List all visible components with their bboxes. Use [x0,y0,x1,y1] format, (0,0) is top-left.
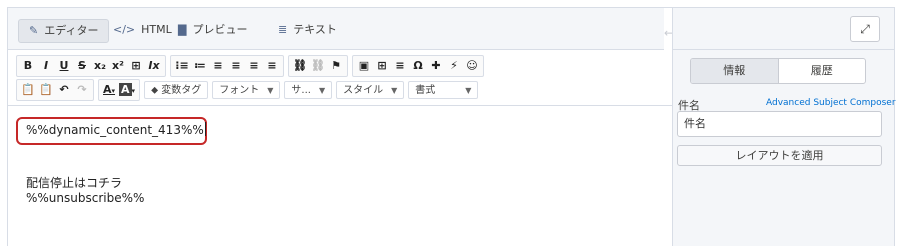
anchor-button[interactable]: ⚑ [327,57,345,75]
subscript-button[interactable]: x₂ [91,57,109,75]
align-center-button[interactable]: ≡ [227,57,245,75]
toolbar-group-clipboard: 📋 📋 ↶ ↷ [16,79,94,101]
lines-icon: ≣ [278,23,288,36]
expand-icon: ⤢ [860,22,870,36]
align-left-button[interactable]: ≡ [209,57,227,75]
tab-preview[interactable]: ▇ プレビュー [168,19,257,43]
undo-button[interactable]: ↶ [55,81,73,99]
italic-button[interactable]: I [37,57,55,75]
bg-color-label: A [119,83,132,96]
size-select-label: サ... [291,85,311,96]
chevron-down-icon: ▼ [267,86,274,95]
font-select-label: フォント [219,85,260,96]
text-cursor [204,122,206,136]
chevron-down-icon: ▼ [465,86,472,95]
apply-layout-button[interactable]: レイアウトを適用 [677,145,882,166]
format-select-label: 書式 [415,85,436,96]
toolbar-group-insert: ▣ ⊞ ≡ Ω ✚ ⚡ ☺ [352,55,484,77]
document-icon: ▇ [178,23,187,36]
style-select[interactable]: スタイル ▼ [336,81,405,99]
toolbar-group-format: B I U S x₂ x² ⊞ Ix [16,55,166,77]
pencil-square-icon: ✎ [29,24,39,37]
plus-block-button[interactable]: ✚ [427,57,445,75]
bullet-list-button[interactable]: ≔ [191,57,209,75]
paste-text-button[interactable]: 📋 [37,81,55,99]
indent-button[interactable]: ⊞ [127,57,145,75]
chevron-down-icon: ▼ [391,86,398,95]
variable-tag-label: 変数タグ [161,85,202,96]
superscript-button[interactable]: x² [109,57,127,75]
special-char-button[interactable]: Ω [409,57,427,75]
toolbar-group-paragraph: ⁝≡ ≔ ≡ ≡ ≡ ≡ [170,55,284,77]
align-justify-button[interactable]: ≡ [263,57,281,75]
table-button[interactable]: ⊞ [373,57,391,75]
bold-button[interactable]: B [19,57,37,75]
variable-tag-button[interactable]: ⬥ 変数タグ [144,81,209,99]
editor-line-unsubscribe-token[interactable]: %%unsubscribe%% [26,191,144,205]
text-color-button[interactable]: A▾ [101,81,117,99]
tab-info[interactable]: 情報 [691,59,779,83]
mode-tab-bar: ✎ エディター </> HTML ▇ プレビュー ≣ テキスト [8,8,664,50]
code-icon: </> [113,23,136,36]
expand-button[interactable]: ⤢ [850,16,880,42]
subject-input[interactable]: 件名 [677,111,882,137]
toolbar-group-links: ⛓ ⛓ ⚑ [288,55,348,77]
align-right-button[interactable]: ≡ [245,57,263,75]
font-select[interactable]: フォント ▼ [212,81,281,99]
rich-text-toolbar: B I U S x₂ x² ⊞ Ix ⁝≡ ≔ ≡ ≡ ≡ ≡ ⛓ ⛓ ⚑ ▣ … [8,51,672,105]
underline-button[interactable]: U [55,57,73,75]
unlink-button[interactable]: ⛓ [309,57,327,75]
emoji-button[interactable]: ☺ [463,57,481,75]
toolbar-row-2: 📋 📋 ↶ ↷ A▾ A ▾ ⬥ 変数タグ フォント ▼ サ... ▼ スタイル ▼ 書… [16,79,482,101]
clear-format-button[interactable]: Ix [145,57,163,75]
image-button[interactable]: ▣ [355,57,373,75]
numbered-list-button[interactable]: ⁝≡ [173,57,191,75]
redo-button[interactable]: ↷ [73,81,91,99]
style-select-label: スタイル [343,85,384,96]
horizontal-rule-button[interactable]: ≡ [391,57,409,75]
text-color-label: A [103,83,112,96]
tab-preview-label: プレビュー [192,23,248,36]
tab-text-label: テキスト [293,23,337,36]
bg-color-button[interactable]: A ▾ [117,81,137,99]
tag-icon: ⬥ [151,85,159,96]
tab-editor-label: エディター [44,24,99,37]
tab-editor[interactable]: ✎ エディター [18,19,110,43]
tab-history[interactable]: 履歴 [779,59,866,83]
editor-line-dynamic-content[interactable]: %%dynamic_content_413%% [26,122,206,137]
toolbar-group-colors: A▾ A ▾ [98,79,141,101]
dynamic-content-token: %%dynamic_content_413%% [26,123,204,137]
size-select[interactable]: サ... ▼ [284,81,333,99]
link-button[interactable]: ⛓ [291,57,309,75]
strike-button[interactable]: S [73,57,91,75]
toolbar-row-1: B I U S x₂ x² ⊞ Ix ⁝≡ ≔ ≡ ≡ ≡ ≡ ⛓ ⛓ ⚑ ▣ … [16,55,488,77]
format-select[interactable]: 書式 ▼ [408,81,479,99]
advanced-subject-composer-link[interactable]: Advanced Subject Composer [766,98,896,108]
paste-button[interactable]: 📋 [19,81,37,99]
chevron-down-icon: ▼ [318,86,326,95]
editor-line-unsubscribe-text[interactable]: 配信停止はコチラ [26,174,122,191]
tab-text[interactable]: ≣ テキスト [268,19,347,43]
side-panel-tabs: 情報 履歴 [690,58,866,84]
bolt-button[interactable]: ⚡ [445,57,463,75]
